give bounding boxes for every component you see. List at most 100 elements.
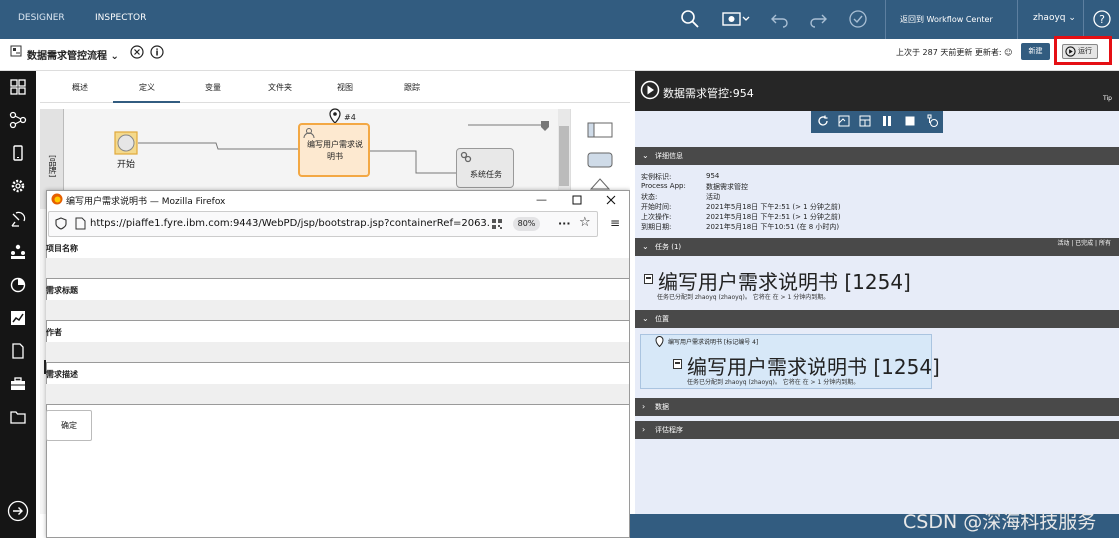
gear-icon[interactable] xyxy=(9,177,27,195)
page-icon[interactable] xyxy=(75,217,86,230)
tab-designer[interactable]: DESIGNER xyxy=(18,0,65,39)
toolbox-icon[interactable] xyxy=(9,375,27,393)
process-title[interactable]: 数据需求管控流程 ⌄ xyxy=(27,47,119,62)
firefox-window-title: 编写用户需求说明书 — Mozilla Firefox xyxy=(66,197,226,207)
start-event-icon[interactable] xyxy=(114,131,138,155)
detail-value: 2021年5月18日 下午10:51 (在 8 小时内) xyxy=(706,223,840,231)
author-input[interactable] xyxy=(46,342,629,363)
new-button[interactable]: 新建 xyxy=(1021,43,1050,60)
details-section-header[interactable]: ⌄ 详细信息 xyxy=(635,147,1119,165)
play-icon xyxy=(640,80,660,100)
dashboard-icon[interactable] xyxy=(9,78,27,96)
field-label-project-name: 项目名称 xyxy=(46,244,78,253)
qr-code-icon[interactable] xyxy=(491,218,503,230)
tab-tracking[interactable]: 跟踪 xyxy=(404,82,420,93)
user-action-icon[interactable] xyxy=(925,114,939,128)
user-icon xyxy=(303,128,315,139)
scrollbar-thumb[interactable] xyxy=(559,126,569,186)
detail-key: Process App: xyxy=(641,182,686,190)
user-menu[interactable]: zhaoyq ⌄ xyxy=(1033,13,1076,23)
process-flow-icon[interactable] xyxy=(9,111,27,129)
document-icon[interactable] xyxy=(9,342,27,360)
detail-key: 实例标识: xyxy=(641,173,672,181)
requirement-description-input[interactable] xyxy=(46,384,629,405)
activity-shape-icon[interactable] xyxy=(587,152,613,170)
pause-icon[interactable] xyxy=(881,115,893,127)
evaluator-section-header[interactable]: › 评估程序 xyxy=(635,421,1119,439)
tab-definition[interactable]: 定义 xyxy=(139,82,155,93)
mobile-icon[interactable] xyxy=(9,144,27,162)
hamburger-menu-icon[interactable]: ≡ xyxy=(610,216,620,230)
detail-value: 活动 xyxy=(706,193,720,201)
gateway-shape-icon[interactable] xyxy=(590,178,610,190)
info-icon[interactable]: i xyxy=(150,45,164,59)
system-task-label: 系统任务 xyxy=(470,170,502,179)
detail-key: 到期日期: xyxy=(641,223,672,231)
watermark: CSDN @深海科技服务 xyxy=(903,511,1097,533)
migrate-icon[interactable] xyxy=(838,115,850,127)
swimlane-label: [品牌] xyxy=(48,155,57,178)
tab-inspector[interactable]: INSPECTOR xyxy=(95,0,146,39)
process-icon xyxy=(10,45,22,57)
stop-icon[interactable] xyxy=(904,115,916,127)
marker-number: #4 xyxy=(344,113,356,122)
tasks-section-header[interactable]: ⌄ 任务 (1) 活动 | 已完成 | 所有 xyxy=(635,238,1119,256)
help-icon[interactable]: ? xyxy=(1092,9,1112,29)
position-section-header[interactable]: ⌄ 位置 xyxy=(635,310,1119,328)
return-to-workflow-center-link[interactable]: 返回到 Workflow Center xyxy=(900,14,993,25)
validate-icon[interactable] xyxy=(848,9,868,29)
instance-toolbar xyxy=(811,111,943,133)
satellite-icon[interactable] xyxy=(9,210,27,228)
data-section-header[interactable]: › 数据 xyxy=(635,398,1119,416)
star-icon[interactable]: ☆ xyxy=(579,215,591,230)
panel-divider[interactable] xyxy=(630,71,635,514)
left-rail xyxy=(0,71,36,538)
chevron-down-icon: ⌄ xyxy=(1068,13,1076,23)
field-label-requirement-title: 需求标题 xyxy=(46,286,78,295)
search-icon[interactable] xyxy=(680,9,700,29)
line-chart-icon[interactable] xyxy=(9,309,27,327)
instance-title: 数据需求管控:954 xyxy=(663,87,754,100)
zoom-level[interactable]: 80% xyxy=(513,217,540,231)
tab-files[interactable]: 文件夹 xyxy=(268,82,292,93)
more-actions-icon[interactable]: ··· xyxy=(558,217,571,230)
user-task-label: 编写用户需求说明书 xyxy=(307,140,363,161)
location-marker-icon xyxy=(329,108,341,124)
lane-shape-icon[interactable] xyxy=(587,122,613,138)
arrow-right-icon[interactable] xyxy=(7,500,29,522)
user-task-node[interactable]: 编写用户需求说明书 xyxy=(298,123,370,177)
tip-text[interactable]: Tip xyxy=(1103,95,1112,102)
task-link[interactable]: 编写用户需求说明书 [1254] xyxy=(658,266,911,295)
detail-key: 上次操作: xyxy=(641,213,672,221)
shield-icon[interactable] xyxy=(55,217,67,230)
close-window-button[interactable] xyxy=(606,195,616,205)
detail-value: 数据需求管控 xyxy=(706,183,748,191)
start-event-label: 开始 xyxy=(117,160,136,170)
tab-overview[interactable]: 概述 xyxy=(72,82,88,93)
url-text[interactable]: https://piaffe1.fyre.ibm.com:9443/WebPD/… xyxy=(90,218,490,229)
maximize-button[interactable] xyxy=(572,195,582,205)
divider xyxy=(1083,0,1084,39)
tab-views[interactable]: 视图 xyxy=(337,82,353,93)
task-assignment-text: 任务已分配到 zhaoyq (zhaoyq)。 它将在 在 > 1 分钟内到期。 xyxy=(657,294,830,301)
chevron-right-icon: › xyxy=(642,402,646,411)
redo-icon[interactable] xyxy=(808,9,828,29)
task-filters[interactable]: 活动 | 已完成 | 所有 xyxy=(1057,235,1111,253)
pie-chart-icon[interactable] xyxy=(9,276,27,294)
folder-icon[interactable] xyxy=(9,408,27,426)
requirement-title-input[interactable] xyxy=(46,300,629,321)
highlight-box xyxy=(1054,36,1112,65)
project-name-input[interactable] xyxy=(46,258,629,279)
close-icon[interactable] xyxy=(130,45,144,59)
minimize-button[interactable]: — xyxy=(536,193,547,206)
ok-button[interactable]: 确定 xyxy=(46,410,92,441)
undo-icon[interactable] xyxy=(770,9,790,29)
divider xyxy=(885,0,886,39)
modify-icon[interactable] xyxy=(859,115,871,127)
position-task-link[interactable]: 编写用户需求说明书 [1254] xyxy=(687,351,940,380)
tab-variables[interactable]: 变量 xyxy=(205,82,221,93)
team-icon[interactable] xyxy=(9,243,27,261)
system-task-node[interactable]: 系统任务 xyxy=(456,148,514,188)
snapshot-icon[interactable] xyxy=(722,9,750,29)
refresh-icon[interactable] xyxy=(817,115,829,127)
